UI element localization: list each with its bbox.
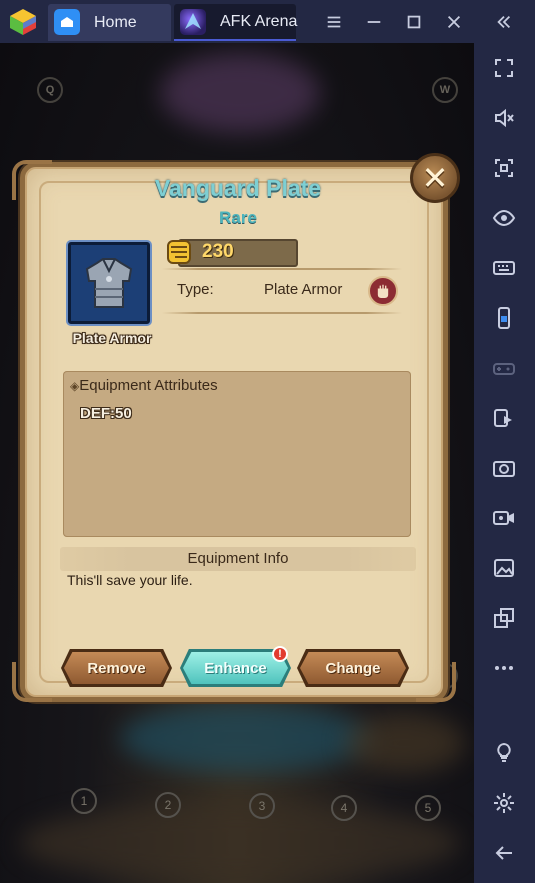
plate-armor-icon — [85, 258, 133, 308]
frame-corner-ornament — [416, 662, 456, 702]
settings-icon[interactable] — [489, 788, 519, 818]
divider — [162, 268, 402, 270]
power-bar — [178, 239, 298, 267]
diamond-bullet-icon: ◈ — [70, 379, 80, 393]
menu-icon[interactable] — [320, 8, 348, 36]
remove-button[interactable]: Remove — [64, 652, 169, 684]
item-icon-frame[interactable] — [68, 242, 150, 324]
more-icon[interactable] — [489, 653, 519, 683]
power-value: 230 — [202, 241, 234, 262]
media-folder-icon[interactable] — [489, 553, 519, 583]
close-dialog-button[interactable]: ✕ — [410, 153, 460, 203]
volume-mute-icon[interactable] — [489, 103, 519, 133]
camera-icon[interactable] — [489, 453, 519, 483]
back-icon[interactable] — [489, 838, 519, 868]
tab-afk-arena[interactable]: AFK Arena — [174, 4, 298, 41]
brightness-icon[interactable] — [489, 738, 519, 768]
multi-instance-icon[interactable] — [489, 603, 519, 633]
hero-slot-number[interactable]: 2 — [155, 792, 181, 818]
background-button-blur — [120, 703, 370, 773]
fist-power-icon — [167, 240, 191, 264]
record-icon[interactable] — [489, 503, 519, 533]
hero-slot-number[interactable]: 4 — [331, 795, 357, 821]
screenshot-region-icon[interactable] — [489, 153, 519, 183]
change-button[interactable]: Change — [300, 652, 406, 684]
info-description: This'll save your life. — [67, 572, 193, 588]
hero-slot-number[interactable]: 5 — [415, 795, 441, 821]
divider — [162, 312, 402, 314]
phone-rotate-icon[interactable] — [489, 303, 519, 333]
item-rarity: Rare — [219, 208, 257, 227]
hotkey-marker: W — [432, 77, 458, 103]
strength-class-icon — [368, 276, 398, 306]
maximize-icon[interactable] — [400, 8, 428, 36]
collapse-sidebar-icon[interactable] — [490, 8, 518, 36]
fullscreen-icon[interactable] — [489, 53, 519, 83]
attributes-header: ◈Equipment Attributes — [70, 377, 218, 394]
apk-install-icon[interactable] — [489, 403, 519, 433]
background-button-blur — [345, 713, 465, 773]
bluestacks-logo-icon[interactable] — [7, 6, 39, 38]
afk-arena-icon — [180, 9, 206, 35]
equipment-dialog: Vanguard Plate Rare ✕ Plate Armor 230 Ty… — [12, 120, 464, 702]
attributes-panel — [63, 371, 411, 537]
item-type-caption: Plate Armor — [72, 330, 152, 346]
item-title: Vanguard Plate — [154, 175, 322, 201]
attribute-def: DEF:50 — [80, 405, 132, 422]
enhance-notification-badge: ! — [272, 646, 288, 662]
eye-icon[interactable] — [489, 203, 519, 233]
hero-slot-number[interactable]: 1 — [71, 788, 97, 814]
keyboard-icon[interactable] — [489, 253, 519, 283]
background-hero-row-blur — [20, 803, 460, 883]
tab-afk-arena-label: AFK Arena — [220, 12, 298, 30]
info-header-label: Equipment Info — [187, 550, 289, 567]
tab-home-label: Home — [94, 13, 137, 31]
gamepad-icon[interactable] — [489, 353, 519, 383]
hotkey-marker: Q — [37, 77, 63, 103]
hero-slot-number[interactable]: 3 — [249, 793, 275, 819]
close-x-icon: ✕ — [421, 160, 449, 196]
close-icon[interactable] — [440, 8, 468, 36]
minimize-icon[interactable] — [360, 8, 388, 36]
right-toolbar — [474, 43, 535, 883]
attributes-header-label: Equipment Attributes — [79, 377, 218, 394]
type-label: Type: — [177, 281, 214, 298]
home-icon — [54, 9, 80, 35]
frame-corner-ornament — [12, 662, 52, 702]
tab-home[interactable]: Home — [48, 4, 171, 41]
window-titlebar: Home AFK Arena — [0, 0, 535, 43]
type-value: Plate Armor — [264, 281, 343, 298]
